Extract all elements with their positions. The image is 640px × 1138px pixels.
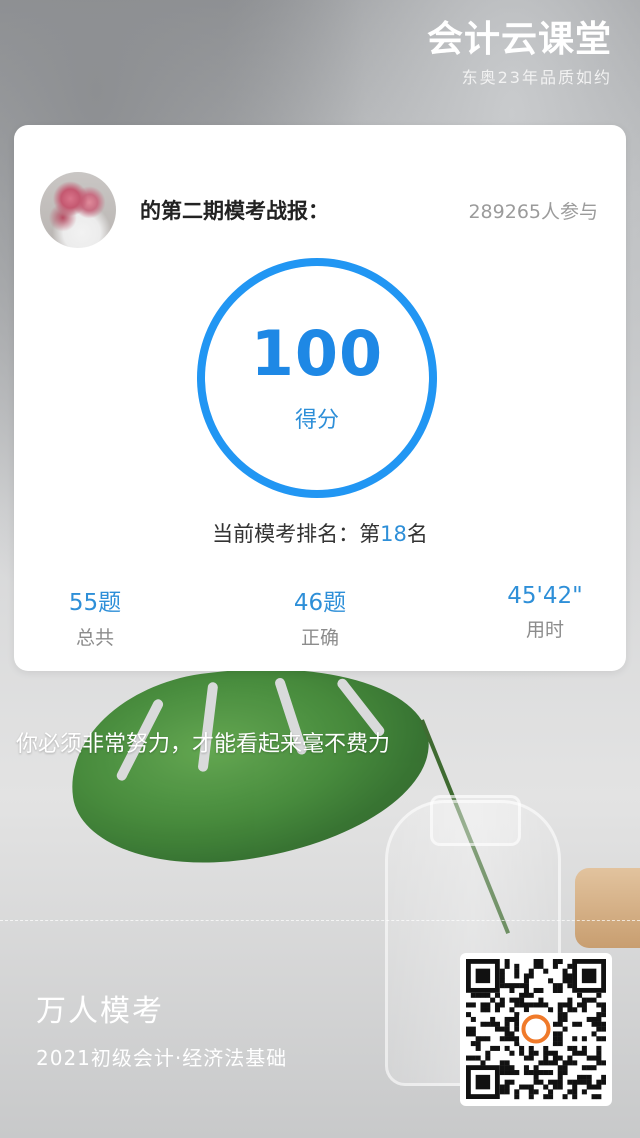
- score-value: 100: [250, 317, 384, 390]
- stat-total-value: 55题: [68, 590, 122, 616]
- rank-number: 18: [380, 522, 407, 546]
- footer-subtitle: 2021初级会计·经济法基础: [36, 1046, 288, 1070]
- user-avatar[interactable]: [40, 172, 116, 248]
- stat-correct-label: 正确: [300, 627, 339, 649]
- footer-title: 万人模考: [36, 994, 164, 1029]
- rank-suffix: 名: [406, 522, 428, 546]
- report-title: 的第二期模考战报：: [140, 199, 329, 223]
- stat-total-label: 总共: [75, 627, 114, 649]
- brand-title: 会计云课堂: [426, 19, 612, 60]
- score-label: 得分: [294, 408, 339, 433]
- motto-text: 你必须非常努力，才能看起来毫不费力: [16, 732, 391, 757]
- exam-report-card: 的第二期模考战报： 289265人参与 100 得分 当前模考排名：第18名 5…: [14, 125, 626, 671]
- rank-line: 当前模考排名：第18名: [14, 518, 626, 548]
- brand-header: 会计云课堂 东奥23年品质如约: [427, 18, 612, 88]
- qr-code[interactable]: [460, 953, 612, 1106]
- stat-time-value: 45'42": [507, 583, 583, 609]
- stat-time-label: 用时: [525, 619, 564, 641]
- wooden-jar-lid-decoration: [575, 868, 640, 948]
- qr-code-image: [466, 959, 606, 1100]
- dashed-divider: [0, 920, 640, 921]
- stat-correct: 46题 正确: [245, 583, 395, 650]
- stat-total: 55题 总共: [20, 583, 170, 650]
- stat-time: 45'42" 用时: [470, 583, 620, 642]
- brand-subtitle: 东奥23年品质如约: [461, 68, 612, 87]
- participants-count: 289265人参与: [468, 201, 598, 223]
- rank-prefix: 当前模考排名：第: [212, 522, 381, 546]
- stat-correct-value: 46题: [293, 590, 347, 616]
